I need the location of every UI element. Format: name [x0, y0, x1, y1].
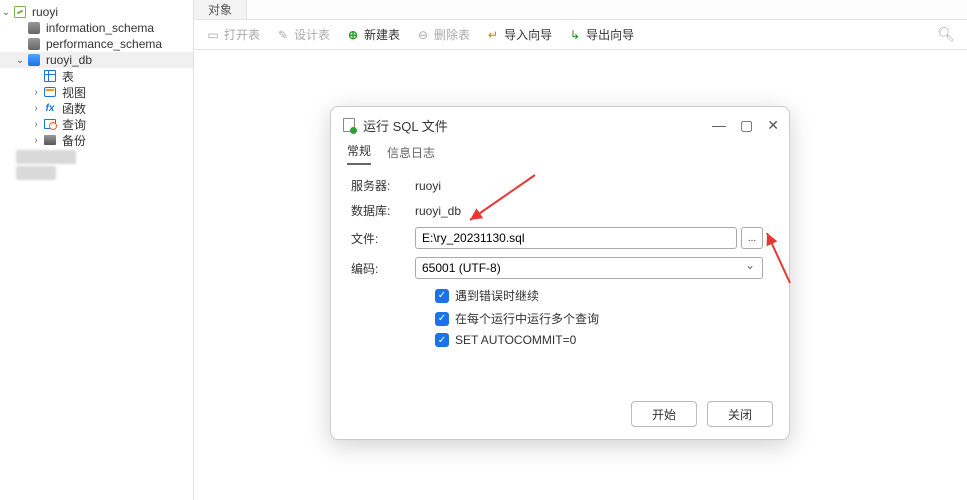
tree-connection-ruoyi[interactable]: ⌄ ruoyi: [0, 4, 193, 20]
function-icon: fx: [42, 101, 58, 115]
connection-icon: [12, 5, 28, 19]
plus-circle-icon: ⊕: [346, 28, 360, 42]
tree-db-information-schema[interactable]: information_schema: [0, 20, 193, 36]
delete-table-label: 删除表: [434, 26, 470, 43]
maximize-button[interactable]: ▢: [740, 117, 753, 134]
tree-tables[interactable]: 表: [0, 68, 193, 84]
table-icon: [42, 69, 58, 83]
db-label: ruoyi_db: [46, 53, 92, 67]
dialog-footer: 开始 关闭: [631, 401, 773, 427]
import-wizard-button[interactable]: ↵ 导入向导: [480, 24, 558, 46]
database-icon: [26, 37, 42, 51]
checkbox-checked-icon: ✓: [435, 289, 449, 303]
views-label: 视图: [62, 84, 86, 101]
database-value: ruoyi_db: [415, 204, 769, 218]
design-table-label: 设计表: [294, 26, 330, 43]
continue-on-error-label: 遇到错误时继续: [455, 287, 539, 304]
tree-queries[interactable]: › 查询: [0, 116, 193, 132]
minus-circle-icon: ⊖: [416, 28, 430, 42]
folder-open-icon: ▭: [206, 28, 220, 42]
backup-icon: [42, 133, 58, 147]
close-button[interactable]: 关闭: [707, 401, 773, 427]
chevron-right-icon[interactable]: ›: [30, 119, 42, 130]
tree-db-ruoyi-db[interactable]: ⌄ ruoyi_db: [0, 52, 193, 68]
multi-query-checkbox[interactable]: ✓ 在每个运行中运行多个查询: [435, 310, 769, 327]
close-window-button[interactable]: ✕: [767, 117, 779, 134]
sql-file-icon: [341, 117, 357, 133]
server-value: ruoyi: [415, 179, 769, 193]
tables-label: 表: [62, 68, 74, 85]
continue-on-error-checkbox[interactable]: ✓ 遇到错误时继续: [435, 287, 769, 304]
db-label: information_schema: [46, 21, 154, 35]
open-table-label: 打开表: [224, 26, 260, 43]
database-icon: [26, 53, 42, 67]
new-table-button[interactable]: ⊕ 新建表: [340, 24, 406, 46]
dialog-title: 运行 SQL 文件: [363, 116, 448, 135]
dialog-titlebar: 运行 SQL 文件 — ▢ ✕: [331, 107, 789, 143]
chevron-down-icon[interactable]: ⌄: [14, 55, 26, 66]
dialog-body: 服务器: ruoyi 数据库: ruoyi_db 文件: ... 编码: ✓: [331, 165, 789, 347]
import-wizard-label: 导入向导: [504, 26, 552, 43]
multi-query-label: 在每个运行中运行多个查询: [455, 310, 599, 327]
pencil-icon: ✎: [276, 28, 290, 42]
import-icon: ↵: [486, 28, 500, 42]
database-icon: [26, 21, 42, 35]
chevron-right-icon[interactable]: ›: [30, 87, 42, 98]
checkbox-checked-icon: ✓: [435, 312, 449, 326]
file-input[interactable]: [415, 227, 737, 249]
tree-backups[interactable]: › 备份: [0, 132, 193, 148]
dialog-tabs: 常规 信息日志: [331, 143, 789, 165]
chevron-right-icon[interactable]: ›: [30, 135, 42, 146]
start-button[interactable]: 开始: [631, 401, 697, 427]
tree-db-performance-schema[interactable]: performance_schema: [0, 36, 193, 52]
search-icon[interactable]: 🔍︎: [937, 26, 955, 43]
toolbar: ▭ 打开表 ✎ 设计表 ⊕ 新建表 ⊖ 删除表 ↵ 导入向导 ↳ 导出向导 🔍︎: [194, 20, 967, 50]
tree-functions[interactable]: › fx 函数: [0, 100, 193, 116]
tab-objects[interactable]: 对象: [194, 0, 247, 19]
new-table-label: 新建表: [364, 26, 400, 43]
redacted-item: [16, 150, 76, 164]
tab-log[interactable]: 信息日志: [387, 144, 435, 165]
backups-label: 备份: [62, 132, 86, 149]
encoding-select[interactable]: [415, 257, 763, 279]
export-icon: ↳: [568, 28, 582, 42]
export-wizard-label: 导出向导: [586, 26, 634, 43]
chevron-down-icon[interactable]: ⌄: [0, 7, 12, 18]
design-table-button[interactable]: ✎ 设计表: [270, 24, 336, 46]
open-table-button[interactable]: ▭ 打开表: [200, 24, 266, 46]
run-sql-dialog: 运行 SQL 文件 — ▢ ✕ 常规 信息日志 服务器: ruoyi 数据库: …: [330, 106, 790, 440]
autocommit-label: SET AUTOCOMMIT=0: [455, 333, 576, 347]
view-icon: [42, 85, 58, 99]
functions-label: 函数: [62, 100, 86, 117]
chevron-right-icon[interactable]: ›: [30, 103, 42, 114]
sidebar-tree: ⌄ ruoyi information_schema performance_s…: [0, 0, 194, 500]
redacted-item: [16, 166, 56, 180]
db-label: performance_schema: [46, 37, 162, 51]
browse-file-button[interactable]: ...: [741, 227, 763, 249]
queries-label: 查询: [62, 116, 86, 133]
file-label: 文件:: [351, 230, 415, 247]
checkbox-checked-icon: ✓: [435, 333, 449, 347]
delete-table-button[interactable]: ⊖ 删除表: [410, 24, 476, 46]
database-label: 数据库:: [351, 202, 415, 219]
tab-bar: 对象: [194, 0, 967, 20]
server-label: 服务器:: [351, 177, 415, 194]
autocommit-checkbox[interactable]: ✓ SET AUTOCOMMIT=0: [435, 333, 769, 347]
connection-label: ruoyi: [32, 5, 58, 19]
minimize-button[interactable]: —: [712, 117, 726, 134]
query-icon: [42, 117, 58, 131]
export-wizard-button[interactable]: ↳ 导出向导: [562, 24, 640, 46]
tab-general[interactable]: 常规: [347, 142, 371, 165]
tree-views[interactable]: › 视图: [0, 84, 193, 100]
encoding-label: 编码:: [351, 260, 415, 277]
